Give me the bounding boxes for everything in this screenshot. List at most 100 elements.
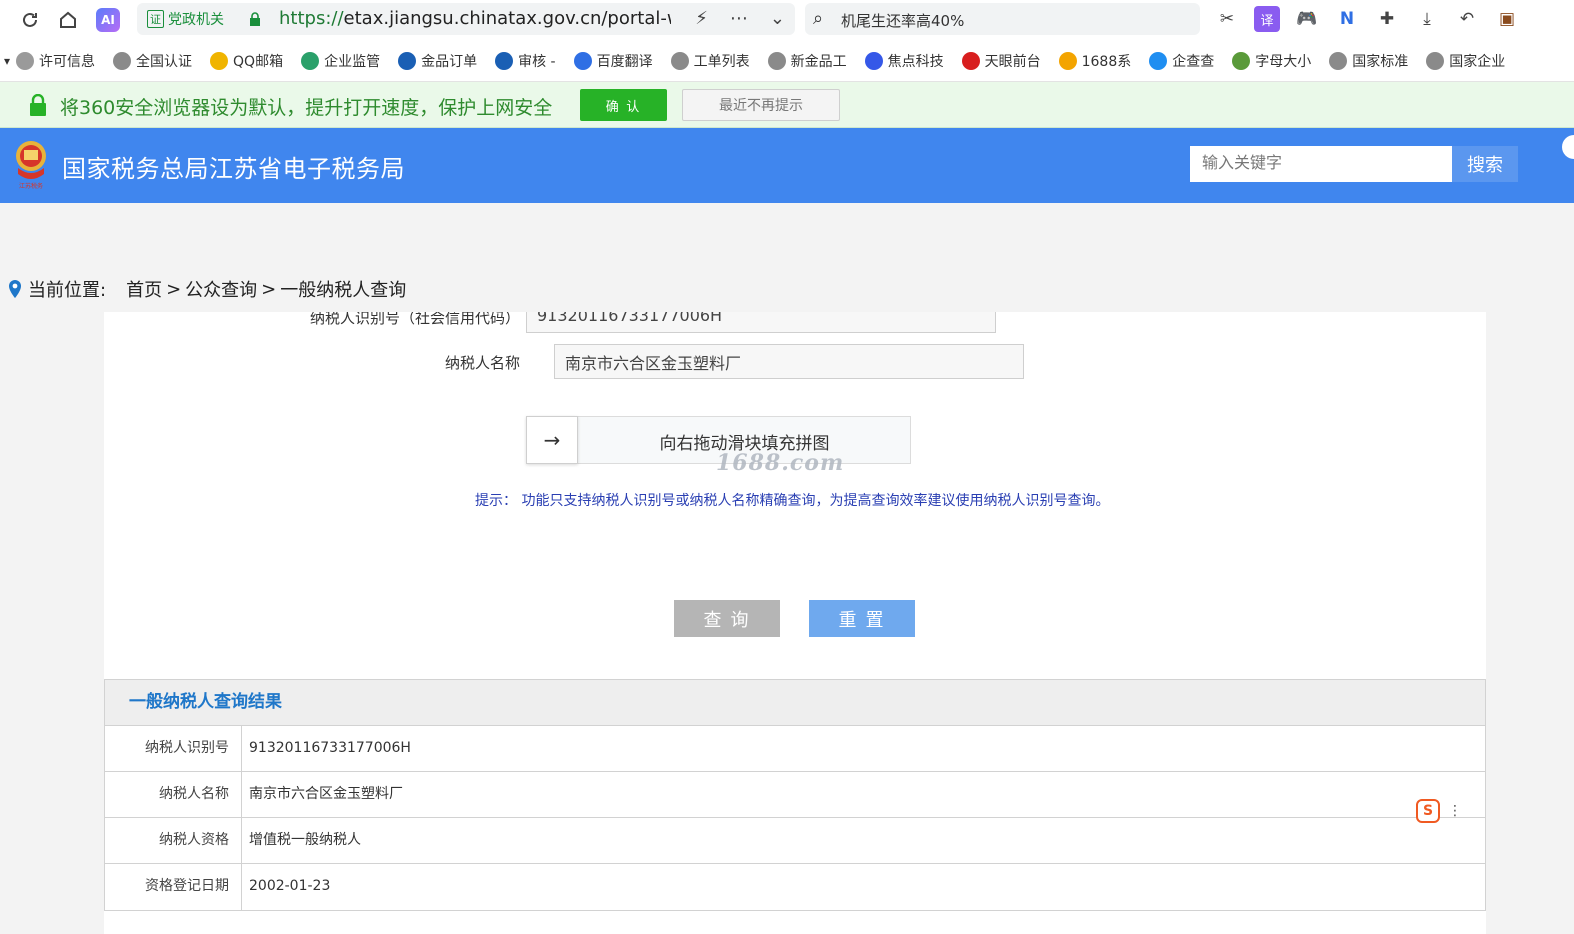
bookmark-item[interactable]: 天眼前台 xyxy=(961,51,1041,71)
bookmark-label: QQ邮箱 xyxy=(233,53,284,70)
bookmark-label: 字母大小 xyxy=(1255,53,1312,70)
globe-color-icon xyxy=(301,51,320,70)
row-label: 纳税人资格 xyxy=(105,818,242,863)
bookmark-label: 新金品工 xyxy=(790,53,847,70)
bookmark-label: 全国认证 xyxy=(136,53,193,70)
row-value: 增值税一般纳税人 xyxy=(249,832,361,848)
location-pin-icon xyxy=(9,280,21,298)
more-icon[interactable]: ⋯ xyxy=(730,8,748,29)
breadcrumb-separator: > xyxy=(166,278,182,300)
bookmark-item[interactable]: 全国认证 xyxy=(113,51,192,71)
table-row: 资格登记日期 2002-01-23 xyxy=(105,864,1485,910)
browser-toolbar: AI 证 党政机关 https://etax.jiangsu.chinatax.… xyxy=(0,0,1574,40)
bookmark-label: 金品订单 xyxy=(421,53,478,70)
home-icon[interactable] xyxy=(56,8,80,32)
briefcase-icon[interactable]: ▣ xyxy=(1494,6,1520,32)
game-icon[interactable]: 🎮 xyxy=(1294,6,1320,32)
bookmark-item[interactable]: 百度翻译 xyxy=(573,51,653,71)
scissors-icon[interactable]: ✂ xyxy=(1214,6,1240,32)
row-value: 2002-01-23 xyxy=(249,878,331,894)
bookmark-item[interactable]: 许可信息 xyxy=(16,51,95,71)
translate-icon xyxy=(573,51,592,70)
chevron-down-icon[interactable]: ⌄ xyxy=(770,8,785,29)
bookmark-item[interactable]: 字母大小 xyxy=(1232,51,1311,71)
v-icon xyxy=(961,51,980,70)
bookmark-label: 许可信息 xyxy=(39,53,96,70)
breadcrumb-separator: > xyxy=(261,278,277,300)
notice-text: 将360安全浏览器设为默认，提升打开速度，保护上网安全 xyxy=(60,97,553,119)
bookmark-label: 审核 - xyxy=(518,53,556,70)
bookmark-item[interactable]: 新金品工 xyxy=(767,51,847,71)
q-icon xyxy=(1149,51,1168,70)
table-row: 纳税人名称 南京市六合区金玉塑料厂 xyxy=(105,772,1485,818)
query-button[interactable]: 查 询 xyxy=(674,600,780,637)
bookmark-item[interactable]: 工单列表 xyxy=(670,51,750,71)
confirm-button[interactable]: 确 认 xyxy=(580,89,667,121)
bookmark-item[interactable]: QQ邮箱 xyxy=(210,51,283,71)
bookmark-item[interactable]: 1688系 xyxy=(1058,51,1131,71)
undo-icon[interactable]: ↶ xyxy=(1454,6,1480,32)
bookmark-item[interactable]: 国家企业 xyxy=(1426,51,1505,71)
qq-mail-icon xyxy=(210,51,229,70)
result-title: 一般纳税人查询结果 xyxy=(105,680,1485,726)
ai-icon[interactable]: N xyxy=(1334,6,1360,32)
gov-badge-box: 证 xyxy=(147,10,164,28)
breadcrumb-home[interactable]: 首页 xyxy=(126,276,162,302)
browser-search-bar[interactable]: ⌕ 机尾生还率高40% xyxy=(805,3,1200,35)
bookmark-item[interactable]: 金品订单 xyxy=(398,51,477,71)
taxpayer-id-input[interactable] xyxy=(526,312,996,333)
gov-badge-text: 党政机关 xyxy=(168,12,224,28)
reload-icon[interactable] xyxy=(18,8,42,32)
tax-emblem-logo: 江苏税务 xyxy=(16,141,46,190)
url-host: etax.jiangsu.chinatax.gov.cn/portal-wel xyxy=(343,8,671,29)
globe-icon xyxy=(1329,51,1348,70)
bookmark-label: 国家企业 xyxy=(1449,53,1506,70)
gov-badge: 证 党政机关 xyxy=(147,9,224,29)
row-value: 91320116733177006H xyxy=(249,740,411,756)
url-scheme: https:// xyxy=(279,8,344,29)
row-label: 资格登记日期 xyxy=(105,864,242,910)
breadcrumb-public-query[interactable]: 公众查询 xyxy=(185,276,257,302)
search-query[interactable]: 机尾生还率高40% xyxy=(841,10,964,31)
translate-icon[interactable]: 译 xyxy=(1254,6,1280,32)
search-icon: ⌕ xyxy=(813,8,824,29)
lock-icon xyxy=(250,12,260,26)
ime-menu-icon[interactable]: ⋮ xyxy=(1448,803,1462,819)
triangle-icon xyxy=(398,51,417,70)
site-search-button[interactable]: 搜索 xyxy=(1452,146,1518,182)
row-label: 纳税人名称 xyxy=(105,772,242,817)
taxpayer-name-input[interactable] xyxy=(554,344,1024,379)
bookmark-item[interactable]: 国家标准 xyxy=(1329,51,1408,71)
site-search-input[interactable] xyxy=(1190,146,1452,182)
ai-assistant-icon[interactable]: AI xyxy=(96,8,120,32)
query-hint: 提示： 功能只支持纳税人识别号或纳税人名称精确查询，为提高查询效率建议使用纳税人… xyxy=(475,493,1110,509)
bookmark-item[interactable]: 审核 - xyxy=(495,51,556,71)
globe-icon xyxy=(1426,51,1445,70)
slider-handle[interactable]: → xyxy=(526,416,578,464)
taxpayer-name-label: 纳税人名称 xyxy=(444,354,520,372)
sogou-ime-icon[interactable]: S xyxy=(1416,799,1440,823)
download-icon[interactable]: ⤓ xyxy=(1414,6,1440,32)
bookmark-label: 工单列表 xyxy=(693,53,750,70)
svg-text:江苏税务: 江苏税务 xyxy=(19,182,43,190)
table-row: 纳税人资格 增值税一般纳税人 xyxy=(105,818,1485,864)
bookmark-item[interactable]: 企业监管 xyxy=(301,51,380,71)
address-bar[interactable]: 证 党政机关 https://etax.jiangsu.chinatax.gov… xyxy=(137,3,795,35)
row-value: 南京市六合区金玉塑料厂 xyxy=(249,786,403,802)
gear-icon xyxy=(16,51,35,70)
triangle-icon xyxy=(495,51,514,70)
reset-button[interactable]: 重 置 xyxy=(809,600,915,637)
dismiss-button[interactable]: 最近不再提示 xyxy=(682,89,840,121)
puzzle-icon[interactable]: ✚ xyxy=(1374,6,1400,32)
url-text[interactable]: https://etax.jiangsu.chinatax.gov.cn/por… xyxy=(279,8,671,29)
lightning-icon[interactable]: ⚡ xyxy=(695,8,708,29)
globe-icon xyxy=(767,51,786,70)
ime-toolbar[interactable]: S ⋮ xyxy=(1416,797,1476,825)
bookmark-label: 企业监管 xyxy=(324,53,381,70)
bookmark-item[interactable]: 焦点科技 xyxy=(864,51,944,71)
table-row: 纳税人识别号 91320116733177006H xyxy=(105,726,1485,772)
site-title: 国家税务总局江苏省电子税务局 xyxy=(62,155,405,183)
breadcrumb-current: 一般纳税人查询 xyxy=(280,280,407,301)
bookmarks-dropdown-icon[interactable]: ▾ xyxy=(4,54,10,68)
bookmark-item[interactable]: 企查查 xyxy=(1149,51,1214,71)
